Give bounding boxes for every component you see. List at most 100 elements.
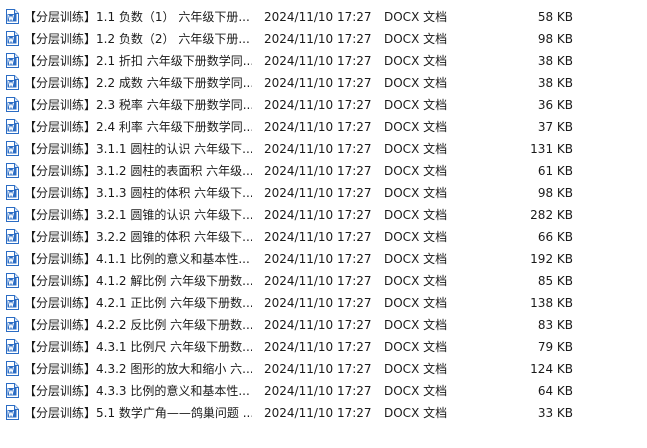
word-document-icon xyxy=(5,405,19,420)
file-name: 【分层训练】4.3.3 比例的意义和基本性... xyxy=(24,384,250,398)
word-document-icon xyxy=(5,251,19,266)
word-document-icon xyxy=(5,317,19,332)
file-modified-date: 2024/11/10 17:27 xyxy=(264,318,372,332)
file-name: 【分层训练】4.3.2 图形的放大和缩小 六... xyxy=(24,362,252,376)
file-type: DOCX 文档 xyxy=(384,32,448,46)
file-name: 【分层训练】1.1 负数（1） 六年级下册... xyxy=(24,10,250,24)
file-size: 131 KB xyxy=(530,142,573,156)
file-name: 【分层训练】2.2 成数 六年级下册数学同... xyxy=(24,76,252,90)
file-modified-date: 2024/11/10 17:27 xyxy=(264,362,372,376)
word-document-icon xyxy=(5,53,19,68)
file-row[interactable]: 【分层训练】2.4 利率 六年级下册数学同... 2024/11/10 17:27… xyxy=(0,116,647,138)
word-document-icon xyxy=(5,75,19,90)
file-modified-date: 2024/11/10 17:27 xyxy=(264,54,372,68)
file-modified-date: 2024/11/10 17:27 xyxy=(264,98,372,112)
file-row[interactable]: 【分层训练】3.1.2 圆柱的表面积 六年级... 2024/11/10 17:2… xyxy=(0,160,647,182)
file-modified-date: 2024/11/10 17:27 xyxy=(264,274,372,288)
file-modified-date: 2024/11/10 17:27 xyxy=(264,10,372,24)
file-type: DOCX 文档 xyxy=(384,208,448,222)
word-document-icon xyxy=(5,273,19,288)
file-list: 【分层训练】1.1 负数（1） 六年级下册... 2024/11/10 17:27… xyxy=(0,6,647,424)
file-type: DOCX 文档 xyxy=(384,274,448,288)
file-modified-date: 2024/11/10 17:27 xyxy=(264,142,372,156)
file-modified-date: 2024/11/10 17:27 xyxy=(264,186,372,200)
word-document-icon xyxy=(5,97,19,112)
file-type: DOCX 文档 xyxy=(384,384,448,398)
file-modified-date: 2024/11/10 17:27 xyxy=(264,164,372,178)
file-row[interactable]: 【分层训练】4.1.1 比例的意义和基本性... 2024/11/10 17:27… xyxy=(0,248,647,270)
word-document-icon xyxy=(5,383,19,398)
file-size: 79 KB xyxy=(537,340,573,354)
file-row[interactable]: 【分层训练】3.2.2 圆锥的体积 六年级下... 2024/11/10 17:2… xyxy=(0,226,647,248)
file-modified-date: 2024/11/10 17:27 xyxy=(264,120,372,134)
file-name: 【分层训练】3.1.3 圆柱的体积 六年级下... xyxy=(24,186,252,200)
file-type: DOCX 文档 xyxy=(384,362,448,376)
word-document-icon xyxy=(5,295,19,310)
file-row[interactable]: 【分层训练】4.3.3 比例的意义和基本性... 2024/11/10 17:27… xyxy=(0,380,647,402)
file-size: 282 KB xyxy=(530,208,573,222)
file-modified-date: 2024/11/10 17:27 xyxy=(264,230,372,244)
file-modified-date: 2024/11/10 17:27 xyxy=(264,252,372,266)
file-row[interactable]: 【分层训练】3.1.1 圆柱的认识 六年级下... 2024/11/10 17:2… xyxy=(0,138,647,160)
file-row[interactable]: 【分层训练】4.1.2 解比例 六年级下册数... 2024/11/10 17:2… xyxy=(0,270,647,292)
file-size: 83 KB xyxy=(537,318,573,332)
file-size: 98 KB xyxy=(537,32,573,46)
file-modified-date: 2024/11/10 17:27 xyxy=(264,296,372,310)
word-document-icon xyxy=(5,185,19,200)
file-name: 【分层训练】5.1 数学广角——鸽巢问题 ... xyxy=(24,406,252,420)
word-document-icon xyxy=(5,361,19,376)
file-name: 【分层训练】2.3 税率 六年级下册数学同... xyxy=(24,98,252,112)
file-row[interactable]: 【分层训练】2.3 税率 六年级下册数学同... 2024/11/10 17:27… xyxy=(0,94,647,116)
file-type: DOCX 文档 xyxy=(384,318,448,332)
file-size: 38 KB xyxy=(537,54,573,68)
file-row[interactable]: 【分层训练】2.2 成数 六年级下册数学同... 2024/11/10 17:27… xyxy=(0,72,647,94)
file-size: 36 KB xyxy=(537,98,573,112)
file-row[interactable]: 【分层训练】3.2.1 圆锥的认识 六年级下... 2024/11/10 17:2… xyxy=(0,204,647,226)
file-type: DOCX 文档 xyxy=(384,54,448,68)
file-size: 61 KB xyxy=(537,164,573,178)
file-name: 【分层训练】4.2.1 正比例 六年级下册数... xyxy=(24,296,252,310)
word-document-icon xyxy=(5,9,19,24)
file-row[interactable]: 【分层训练】1.2 负数（2） 六年级下册... 2024/11/10 17:27… xyxy=(0,28,647,50)
file-modified-date: 2024/11/10 17:27 xyxy=(264,76,372,90)
file-name: 【分层训练】4.3.1 比例尺 六年级下册数... xyxy=(24,340,252,354)
word-document-icon xyxy=(5,141,19,156)
file-name: 【分层训练】2.4 利率 六年级下册数学同... xyxy=(24,120,252,134)
file-type: DOCX 文档 xyxy=(384,340,448,354)
file-type: DOCX 文档 xyxy=(384,230,448,244)
file-size: 85 KB xyxy=(537,274,573,288)
file-modified-date: 2024/11/10 17:27 xyxy=(264,208,372,222)
file-size: 38 KB xyxy=(537,76,573,90)
file-size: 98 KB xyxy=(537,186,573,200)
file-row[interactable]: 【分层训练】4.2.1 正比例 六年级下册数... 2024/11/10 17:2… xyxy=(0,292,647,314)
file-name: 【分层训练】1.2 负数（2） 六年级下册... xyxy=(24,32,250,46)
file-size: 33 KB xyxy=(537,406,573,420)
file-row[interactable]: 【分层训练】2.1 折扣 六年级下册数学同... 2024/11/10 17:27… xyxy=(0,50,647,72)
file-row[interactable]: 【分层训练】4.2.2 反比例 六年级下册数... 2024/11/10 17:2… xyxy=(0,314,647,336)
word-document-icon xyxy=(5,207,19,222)
file-row[interactable]: 【分层训练】5.1 数学广角——鸽巢问题 ... 2024/11/10 17:27… xyxy=(0,402,647,424)
file-type: DOCX 文档 xyxy=(384,252,448,266)
file-size: 192 KB xyxy=(530,252,573,266)
file-size: 124 KB xyxy=(530,362,573,376)
file-modified-date: 2024/11/10 17:27 xyxy=(264,384,372,398)
word-document-icon xyxy=(5,31,19,46)
file-row[interactable]: 【分层训练】4.3.2 图形的放大和缩小 六... 2024/11/10 17:2… xyxy=(0,358,647,380)
file-name: 【分层训练】4.1.2 解比例 六年级下册数... xyxy=(24,274,252,288)
file-type: DOCX 文档 xyxy=(384,98,448,112)
file-name: 【分层训练】3.2.2 圆锥的体积 六年级下... xyxy=(24,230,252,244)
file-type: DOCX 文档 xyxy=(384,10,448,24)
file-name: 【分层训练】3.1.2 圆柱的表面积 六年级... xyxy=(24,164,252,178)
file-row[interactable]: 【分层训练】4.3.1 比例尺 六年级下册数... 2024/11/10 17:2… xyxy=(0,336,647,358)
file-modified-date: 2024/11/10 17:27 xyxy=(264,340,372,354)
file-modified-date: 2024/11/10 17:27 xyxy=(264,32,372,46)
file-row[interactable]: 【分层训练】1.1 负数（1） 六年级下册... 2024/11/10 17:27… xyxy=(0,6,647,28)
file-type: DOCX 文档 xyxy=(384,406,448,420)
file-name: 【分层训练】4.1.1 比例的意义和基本性... xyxy=(24,252,250,266)
file-type: DOCX 文档 xyxy=(384,296,448,310)
file-size: 64 KB xyxy=(537,384,573,398)
file-row[interactable]: 【分层训练】3.1.3 圆柱的体积 六年级下... 2024/11/10 17:2… xyxy=(0,182,647,204)
file-type: DOCX 文档 xyxy=(384,76,448,90)
file-name: 【分层训练】4.2.2 反比例 六年级下册数... xyxy=(24,318,252,332)
file-type: DOCX 文档 xyxy=(384,186,448,200)
